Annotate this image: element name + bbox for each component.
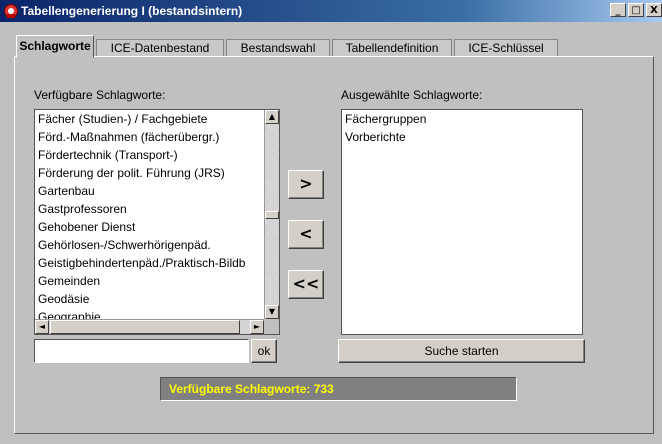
scroll-left-icon[interactable]: ◄ bbox=[35, 320, 49, 334]
search-button[interactable]: Suche starten bbox=[338, 339, 585, 363]
tab-ice-datenbestand[interactable]: ICE-Datenbestand bbox=[96, 39, 224, 57]
remove-all-button[interactable]: << bbox=[288, 270, 324, 299]
vertical-scroll-thumb[interactable] bbox=[265, 211, 279, 219]
tab-bestandswahl[interactable]: Bestandswahl bbox=[226, 39, 330, 57]
list-item[interactable]: Fördertechnik (Transport-) bbox=[35, 146, 279, 164]
remove-button[interactable]: < bbox=[288, 220, 324, 249]
available-label: Verfügbare Schlagworte: bbox=[34, 88, 166, 102]
list-item[interactable]: Förd.-Maßnahmen (fächerübergr.) bbox=[35, 128, 279, 146]
close-button[interactable]: X bbox=[646, 3, 662, 17]
tab-schlagworte[interactable]: Schlagworte bbox=[16, 35, 94, 58]
selected-items: Fächergruppen Vorberichte bbox=[342, 110, 582, 146]
schlagworte-panel: Verfügbare Schlagworte: Ausgewählte Schl… bbox=[14, 56, 654, 434]
list-item[interactable]: Gehobener Dienst bbox=[35, 218, 279, 236]
list-item[interactable]: Gastprofessoren bbox=[35, 200, 279, 218]
vertical-scrollbar[interactable]: ▲ ▼ bbox=[264, 110, 279, 319]
selected-list[interactable]: Fächergruppen Vorberichte bbox=[341, 109, 583, 335]
list-item[interactable]: Geodäsie bbox=[35, 290, 279, 308]
scroll-corner bbox=[264, 319, 279, 334]
horizontal-scroll-thumb[interactable] bbox=[50, 320, 240, 334]
window-controls: _ □ X bbox=[610, 3, 662, 17]
list-item[interactable]: Förderung der polit. Führung (JRS) bbox=[35, 164, 279, 182]
status-bar: Verfügbare Schlagworte: 733 bbox=[160, 377, 517, 401]
list-item[interactable]: Gehörlosen-/Schwerhörigenpäd. bbox=[35, 236, 279, 254]
tab-tabellendefinition[interactable]: Tabellendefinition bbox=[332, 39, 452, 57]
list-item[interactable]: Fächergruppen bbox=[342, 110, 582, 128]
available-list[interactable]: Fächer (Studien-) / Fachgebiete Förd.-Maß… bbox=[34, 109, 280, 335]
ok-button[interactable]: ok bbox=[251, 339, 277, 363]
list-item[interactable]: Gartenbau bbox=[35, 182, 279, 200]
search-input[interactable] bbox=[34, 339, 249, 363]
horizontal-scrollbar[interactable]: ◄ ► bbox=[35, 319, 264, 334]
maximize-button[interactable]: □ bbox=[628, 3, 644, 17]
minimize-button[interactable]: _ bbox=[610, 3, 626, 17]
list-item[interactable]: Vorberichte bbox=[342, 128, 582, 146]
app-icon bbox=[4, 4, 18, 18]
window-title: Tabellengenerierung I (bestandsintern) bbox=[21, 4, 243, 18]
scroll-up-icon[interactable]: ▲ bbox=[265, 110, 279, 124]
window-body: Schlagworte ICE-Datenbestand Bestandswah… bbox=[0, 22, 662, 444]
title-bar[interactable]: Tabellengenerierung I (bestandsintern) _… bbox=[0, 0, 662, 22]
available-items: Fächer (Studien-) / Fachgebiete Förd.-Maß… bbox=[35, 110, 279, 326]
scroll-right-icon[interactable]: ► bbox=[250, 320, 264, 334]
selected-label: Ausgewählte Schlagworte: bbox=[341, 88, 483, 102]
add-button[interactable]: > bbox=[288, 170, 324, 199]
list-item[interactable]: Fächer (Studien-) / Fachgebiete bbox=[35, 110, 279, 128]
scroll-down-icon[interactable]: ▼ bbox=[265, 305, 279, 319]
tab-ice-schluessel[interactable]: ICE-Schlüssel bbox=[454, 39, 558, 57]
list-item[interactable]: Gemeinden bbox=[35, 272, 279, 290]
list-item[interactable]: Geistigbehindertenpäd./Praktisch-Bildb bbox=[35, 254, 279, 272]
